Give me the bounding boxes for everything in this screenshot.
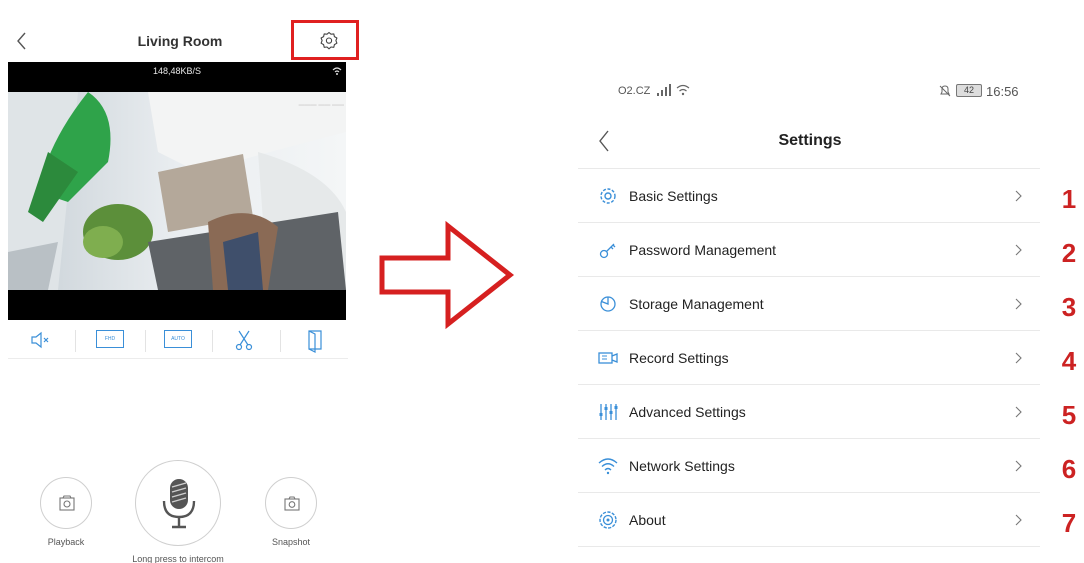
hd-icon: FHD <box>96 330 124 348</box>
control-divider <box>75 330 76 352</box>
intercom-label: Long press to intercom <box>132 554 224 563</box>
camera-video-feed[interactable]: 148,48KB/S ▬▬▬ ▬▬ ▬▬ <box>8 62 346 320</box>
control-bar-divider <box>8 358 348 359</box>
battery-indicator: 42 <box>956 84 982 97</box>
info-gear-icon <box>599 511 617 529</box>
item-number: 3 <box>1061 292 1077 322</box>
storage-icon <box>600 296 616 312</box>
video-wifi-icon <box>332 67 342 75</box>
right-phone-screen: O2.CZ 42 16:56 Settings Basic Settings 1 <box>560 0 1084 563</box>
settings-item-network[interactable]: Network Settings <box>578 439 1040 493</box>
bitrate-readout: 148,48KB/S <box>152 66 202 76</box>
item-number: 4 <box>1061 346 1077 376</box>
settings-title: Settings <box>778 132 842 149</box>
playback-icon <box>59 495 75 511</box>
item-number: 5 <box>1061 400 1077 430</box>
door-icon <box>308 330 322 353</box>
auto-mode-button[interactable]: AUTO <box>158 325 198 355</box>
settings-gear-icon[interactable] <box>319 31 339 51</box>
settings-item-basic[interactable]: Basic Settings <box>578 169 1040 223</box>
settings-item-record[interactable]: Record Settings <box>578 331 1040 385</box>
settings-item-label: Basic Settings <box>629 188 718 204</box>
settings-item-label: Network Settings <box>629 458 735 474</box>
mute-button[interactable] <box>20 325 60 355</box>
key-icon <box>599 243 616 259</box>
page-title: Living Room <box>137 33 223 49</box>
settings-item-label: Password Management <box>629 242 777 258</box>
settings-item-label: Record Settings <box>629 350 729 366</box>
video-timestamp-overlay: ▬▬▬ ▬▬ ▬▬ <box>298 102 344 108</box>
chevron-right-icon <box>1015 460 1022 472</box>
mute-bell-icon <box>939 85 951 97</box>
door-unlock-button[interactable] <box>295 325 335 355</box>
item-number: 6 <box>1061 454 1077 484</box>
chevron-right-icon <box>1015 244 1022 256</box>
back-icon[interactable] <box>597 128 611 154</box>
signal-wifi-icon <box>657 84 690 96</box>
item-number: 1 <box>1061 184 1077 214</box>
left-phone-screen: Living Room 148,48KB/S ▬▬▬ ▬▬ ▬▬ FHD AUT… <box>0 0 359 563</box>
snapshot-button[interactable] <box>265 477 317 529</box>
intercom-button[interactable] <box>135 460 221 546</box>
chevron-right-icon <box>1015 352 1022 364</box>
hd-quality-button[interactable]: FHD <box>90 325 130 355</box>
cut-button[interactable] <box>224 325 264 355</box>
item-number: 7 <box>1061 508 1077 538</box>
camera-scene-image <box>8 92 346 290</box>
gear-icon <box>600 188 616 204</box>
chevron-right-icon <box>1015 406 1022 418</box>
auto-icon: AUTO <box>164 330 192 348</box>
cut-icon <box>235 330 253 351</box>
chevron-right-icon <box>1015 514 1022 526</box>
settings-item-label: Advanced Settings <box>629 404 746 420</box>
right-arrow-icon <box>379 220 515 330</box>
settings-item-storage[interactable]: Storage Management <box>578 277 1040 331</box>
chevron-right-icon <box>1015 298 1022 310</box>
settings-item-label: About <box>629 512 666 528</box>
settings-item-advanced[interactable]: Advanced Settings <box>578 385 1040 439</box>
snapshot-icon <box>284 496 300 511</box>
control-divider <box>212 330 213 352</box>
settings-item-label: Storage Management <box>629 296 764 312</box>
item-number: 2 <box>1061 238 1077 268</box>
camera-record-icon <box>598 352 618 364</box>
snapshot-label: Snapshot <box>271 537 311 547</box>
mute-icon <box>31 331 49 349</box>
playback-button[interactable] <box>40 477 92 529</box>
divider <box>578 546 1040 547</box>
playback-label: Playback <box>47 537 85 547</box>
microphone-icon <box>162 479 196 529</box>
clock-time: 16:56 <box>986 84 1019 99</box>
settings-item-password[interactable]: Password Management <box>578 223 1040 277</box>
control-divider <box>145 330 146 352</box>
back-icon[interactable] <box>14 30 30 52</box>
sliders-icon <box>599 404 618 420</box>
carrier-name: O2.CZ <box>618 85 651 97</box>
chevron-right-icon <box>1015 190 1022 202</box>
control-divider <box>280 330 281 352</box>
settings-item-about[interactable]: About <box>578 493 1040 547</box>
wifi-icon <box>598 458 618 475</box>
